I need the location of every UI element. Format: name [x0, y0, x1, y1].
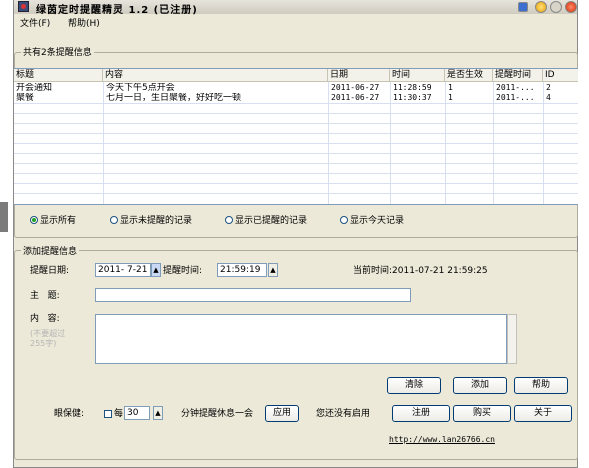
current-time-caption: 当前时间:	[353, 266, 393, 276]
date-picker[interactable]: 2011- 7-21	[95, 263, 151, 277]
close-button[interactable]	[565, 1, 577, 13]
content-scrollbar[interactable]	[507, 314, 517, 364]
about-button[interactable]: 关于	[514, 405, 572, 422]
menu-help[interactable]: 帮助(H)	[68, 16, 100, 29]
eye-care-checkbox[interactable]	[104, 410, 112, 418]
buy-button[interactable]: 购买	[453, 405, 511, 422]
every-label: 每	[114, 409, 124, 419]
column-date[interactable]: 日期	[328, 69, 390, 82]
grid-h	[14, 133, 578, 134]
cell-time: 11:30:37	[393, 93, 432, 102]
column-id[interactable]: ID	[543, 69, 578, 82]
content-textarea[interactable]	[95, 314, 507, 364]
radio-selected-dot	[30, 216, 38, 224]
cell-date: 2011-06-27	[331, 93, 380, 102]
cell-title: 聚餐	[16, 93, 35, 103]
reminders-group-title: 共有2条提醒信息	[21, 45, 94, 58]
time-picker[interactable]: 21:59:19	[217, 263, 267, 277]
help-button[interactable]: 帮助	[514, 377, 568, 394]
column-content[interactable]: 内容	[103, 69, 328, 82]
grid-h	[14, 163, 578, 164]
grid-h	[14, 143, 578, 144]
radio-label: 显示未提醒的记录	[120, 216, 193, 226]
subject-label: 主 题:	[30, 291, 60, 301]
eye-care-label: 眼保健:	[54, 409, 85, 419]
apply-button[interactable]: 应用	[265, 405, 299, 422]
restore-button[interactable]	[550, 1, 562, 13]
maximize-button[interactable]	[535, 1, 547, 13]
app-icon	[18, 1, 29, 12]
cell-date: 2011-06-27	[331, 83, 380, 92]
cell-title: 开会通知	[16, 83, 53, 93]
window-title: 绿茵定时提醒精灵 1.2 (已注册)	[36, 5, 198, 16]
website-link[interactable]: http://www.lan26766.cn	[389, 435, 495, 444]
cell-content: 七月一日，生日聚餐，好好吃一顿	[106, 93, 242, 103]
left-edge-handle	[0, 202, 8, 232]
cell-remind-time: 2011-...	[496, 93, 535, 102]
reminder-list[interactable]: 标题 内容 日期 时间 是否生效 提醒时间 ID 开会通知 今天下午5点开会 2…	[14, 68, 578, 205]
time-spin-button[interactable]: ▲	[268, 263, 278, 277]
add-button[interactable]: 添加	[453, 377, 507, 394]
minutes-suffix: 分钟提醒休息一会	[181, 409, 254, 419]
minutes-spin-button[interactable]: ▲	[153, 406, 163, 420]
grid-h	[14, 193, 578, 194]
cell-active: 1	[448, 83, 453, 92]
cell-id: 4	[546, 93, 551, 102]
column-active[interactable]: 是否生效	[445, 69, 493, 82]
cell-remind-time: 2011-...	[496, 83, 535, 92]
menu-file[interactable]: 文件(F)	[20, 16, 50, 29]
radio-dot	[340, 216, 348, 224]
subject-input[interactable]	[95, 288, 411, 302]
content-hint: (不要超过255字)	[30, 329, 66, 348]
minutes-input[interactable]: 30	[124, 406, 150, 420]
grid-h	[14, 103, 578, 104]
radio-show-today[interactable]: 显示今天记录	[340, 215, 404, 227]
grid-h	[14, 173, 578, 174]
cell-time: 11:28:59	[393, 83, 432, 92]
radio-dot	[225, 216, 233, 224]
eye-care-status: 您还没有启用	[316, 409, 371, 419]
add-group-title: 添加提醒信息	[21, 244, 80, 257]
time-label: 提醒时间:	[163, 266, 203, 276]
radio-label: 显示今天记录	[350, 216, 405, 226]
column-title[interactable]: 标题	[14, 69, 103, 82]
date-dropdown-button[interactable]: ▲	[151, 263, 161, 277]
content-label: 内 容:	[30, 314, 60, 324]
clear-button[interactable]: 清除	[387, 377, 441, 394]
title-bar[interactable]: 绿茵定时提醒精灵 1.2 (已注册)	[14, 0, 577, 16]
date-label: 提醒日期:	[30, 266, 70, 276]
current-time-label: 当前时间:2011-07-21 21:59:25	[353, 265, 488, 277]
minimize-button[interactable]	[518, 2, 528, 12]
cell-content: 今天下午5点开会	[106, 83, 175, 93]
radio-show-all[interactable]: 显示所有	[30, 215, 76, 227]
list-header: 标题 内容 日期 时间 是否生效 提醒时间 ID	[14, 69, 578, 82]
grid-h	[14, 123, 578, 124]
column-remind-time[interactable]: 提醒时间	[493, 69, 543, 82]
menu-bar: 文件(F) 帮助(H)	[14, 15, 577, 29]
cell-active: 1	[448, 93, 453, 102]
radio-show-reminded[interactable]: 显示已提醒的记录	[225, 215, 307, 227]
grid-h	[14, 113, 578, 114]
column-time[interactable]: 时间	[390, 69, 445, 82]
register-button[interactable]: 注册	[392, 405, 450, 422]
grid-h	[14, 153, 578, 154]
current-time-value: 2011-07-21 21:59:25	[392, 266, 488, 276]
radio-label: 显示所有	[40, 216, 77, 226]
grid-h	[14, 183, 578, 184]
radio-dot	[110, 216, 118, 224]
radio-label: 显示已提醒的记录	[235, 216, 308, 226]
cell-id: 2	[546, 83, 551, 92]
radio-show-unreminded[interactable]: 显示未提醒的记录	[110, 215, 192, 227]
app-window: 绿茵定时提醒精灵 1.2 (已注册) 文件(F) 帮助(H) 共有2条提醒信息 …	[13, 0, 578, 468]
